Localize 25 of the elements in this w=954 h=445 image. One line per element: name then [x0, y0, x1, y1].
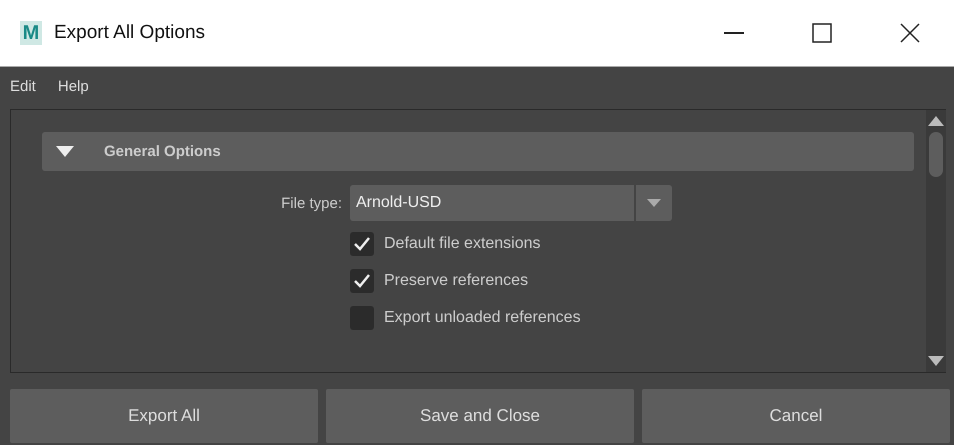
checkbox[interactable] — [350, 306, 374, 330]
checkbox-label: Preserve references — [384, 272, 528, 290]
checkbox-label: Default file extensions — [384, 234, 541, 252]
section-title: General Options — [104, 143, 221, 160]
dropdown-arrow-icon — [647, 199, 661, 207]
file-type-dropdown[interactable]: Arnold-USD — [350, 185, 672, 221]
dialog-button[interactable]: Export All — [10, 389, 318, 443]
file-type-label: File type: — [280, 194, 342, 212]
close-icon — [900, 23, 920, 43]
dialog-button[interactable]: Cancel — [642, 389, 950, 443]
scroll-up-icon — [928, 116, 944, 126]
app-logo: M — [20, 21, 42, 45]
maximize-icon — [812, 23, 832, 43]
dialog-button[interactable]: Save and Close — [326, 389, 634, 443]
section-header[interactable]: General Options — [42, 132, 914, 171]
minimize-icon — [724, 32, 744, 34]
scrollbar[interactable] — [926, 110, 946, 372]
scrollbar-thumb[interactable] — [929, 132, 943, 177]
checkbox-label: Export unloaded references — [384, 308, 581, 326]
checkbox[interactable] — [350, 232, 374, 256]
scroll-down-icon — [928, 356, 944, 366]
menu-item[interactable]: Edit — [10, 78, 36, 94]
menu-item[interactable]: Help — [58, 78, 89, 94]
window-title: Export All Options — [54, 22, 206, 44]
checkbox[interactable] — [350, 268, 374, 292]
